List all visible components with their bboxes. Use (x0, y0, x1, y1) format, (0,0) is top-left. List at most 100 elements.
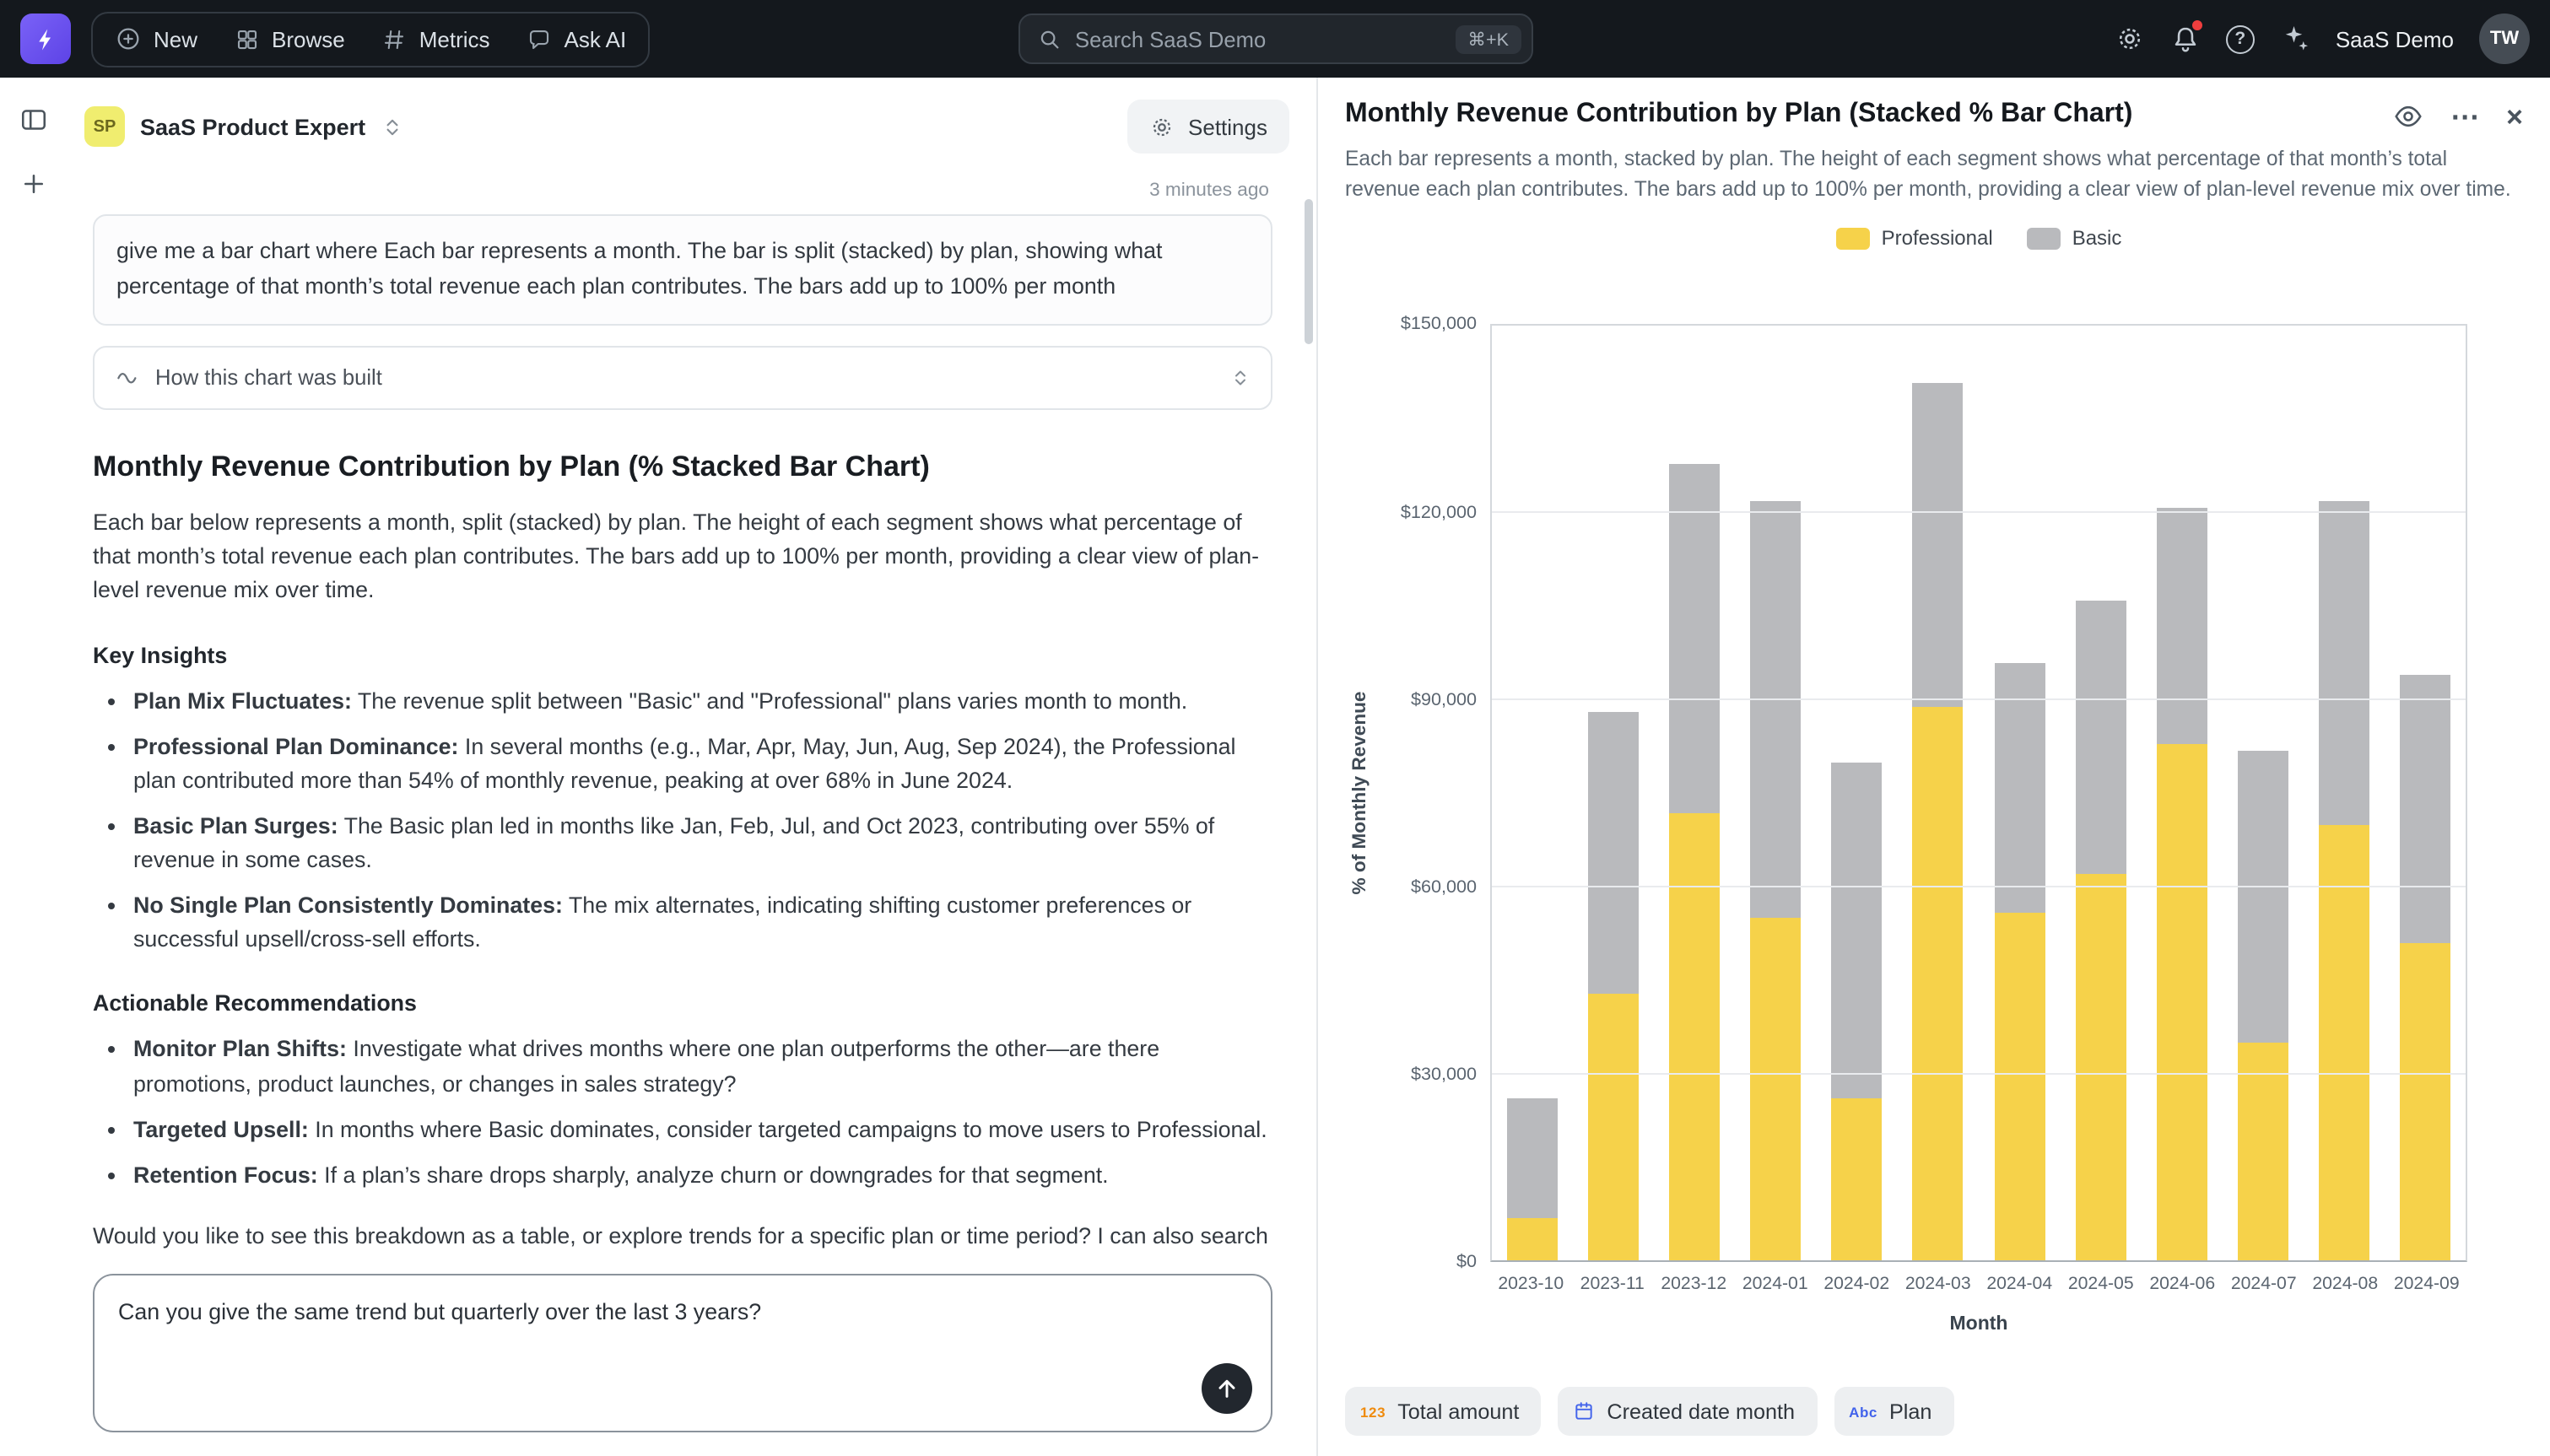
bar-segment-professional[interactable] (1588, 993, 1639, 1261)
chat-header: SP SaaS Product Expert Settings (68, 78, 1316, 167)
send-button[interactable] (1202, 1363, 1252, 1414)
help-button[interactable]: ? (2226, 24, 2255, 53)
calendar-icon (1573, 1400, 1595, 1422)
bar-segment-professional[interactable] (1751, 919, 1802, 1261)
bar-segment-professional[interactable] (1913, 707, 1964, 1261)
bar-segment-basic[interactable] (2319, 501, 2369, 825)
bar-slot (2304, 326, 2385, 1261)
y-tick-label: $30,000 (1411, 1065, 1477, 1086)
list-item: No Single Plan Consistently Dominates: T… (133, 889, 1272, 957)
field-pill-total-amount[interactable]: 123 Total amount (1345, 1387, 1541, 1436)
message-input[interactable]: Can you give the same trend but quarterl… (118, 1297, 1186, 1329)
bar-segment-professional[interactable] (1507, 1217, 1558, 1261)
settings-gear-button[interactable] (2115, 24, 2145, 54)
stacked-bar[interactable] (1507, 326, 1558, 1261)
x-tick-label: 2023-12 (1653, 1275, 1735, 1295)
legend-swatch (1836, 228, 1870, 250)
message-composer[interactable]: Can you give the same trend but quarterl… (93, 1274, 1272, 1432)
stacked-bar[interactable] (2400, 326, 2450, 1261)
bar-segment-basic[interactable] (2237, 750, 2288, 1043)
grid-icon (235, 26, 260, 51)
search-placeholder: Search SaaS Demo (1075, 26, 1442, 51)
bar-segment-professional[interactable] (2156, 744, 2207, 1261)
browse-button[interactable]: Browse (216, 14, 364, 63)
agent-selector[interactable]: SP SaaS Product Expert (71, 100, 416, 154)
settings-button[interactable]: Settings (1127, 100, 1289, 154)
user-message: give me a bar chart where Each bar repre… (93, 214, 1272, 325)
chart-description: Each bar represents a month, stacked by … (1345, 145, 2523, 205)
list-item: Professional Plan Dominance: In several … (133, 731, 1272, 798)
agent-avatar: SP (84, 106, 125, 147)
new-thread-button[interactable] (19, 169, 49, 199)
bar-segment-professional[interactable] (2400, 943, 2450, 1261)
hash-icon (382, 26, 408, 51)
plot-area[interactable] (1490, 325, 2467, 1263)
preview-eye-button[interactable] (2393, 101, 2423, 132)
new-button[interactable]: New (96, 14, 216, 63)
bar-segment-basic[interactable] (1751, 501, 1802, 919)
stacked-bar[interactable] (1751, 326, 1802, 1261)
bar-segment-basic[interactable] (2075, 601, 2126, 875)
toggle-sidebar-button[interactable] (19, 105, 49, 135)
bar-segment-basic[interactable] (1507, 1099, 1558, 1217)
bar-segment-basic[interactable] (2400, 676, 2450, 944)
x-axis-labels: 2023-102023-112023-122024-012024-022024-… (1490, 1275, 2467, 1295)
chart-panel-header: Monthly Revenue Contribution by Plan (St… (1345, 98, 2523, 133)
field-pill-created-date-month[interactable]: Created date month (1558, 1387, 1817, 1436)
stacked-bar[interactable] (1832, 326, 1883, 1261)
bar-segment-basic[interactable] (1588, 713, 1639, 993)
bar-segment-professional[interactable] (1994, 912, 2045, 1261)
x-axis-title: Month (1490, 1315, 2467, 1335)
ask-ai-button[interactable]: Ask AI (509, 14, 646, 63)
bar-segment-basic[interactable] (1669, 463, 1720, 812)
bar-segment-basic[interactable] (2156, 507, 2207, 744)
bar-segment-professional[interactable] (1832, 1099, 1883, 1261)
how-built-toggle[interactable]: How this chart was built (93, 345, 1272, 409)
main-area: SP SaaS Product Expert Settings 3 minute… (0, 78, 2550, 1456)
agent-name: SaaS Product Expert (140, 114, 365, 139)
sparkles-icon (2280, 24, 2310, 54)
stacked-bar[interactable] (2156, 326, 2207, 1261)
stacked-bar[interactable] (2319, 326, 2369, 1261)
bar-segment-professional[interactable] (2319, 825, 2369, 1261)
global-search[interactable]: Search SaaS Demo ⌘+K (1018, 13, 1532, 64)
stacked-bar[interactable] (1588, 326, 1639, 1261)
user-avatar[interactable]: TW (2479, 13, 2530, 64)
more-options-button[interactable]: ⋯ (2450, 102, 2479, 131)
bar-slot (1735, 326, 1816, 1261)
recommendations-heading: Actionable Recommendations (93, 991, 1272, 1017)
chat-scrollbar[interactable] (1305, 199, 1313, 344)
stacked-bar[interactable] (1913, 326, 1964, 1261)
bar-segment-basic[interactable] (1913, 382, 1964, 706)
bar-slot (1654, 326, 1735, 1261)
stacked-bar[interactable] (2075, 326, 2126, 1261)
notification-dot (2191, 19, 2204, 32)
y-axis-title: % of Monthly Revenue (1345, 325, 1375, 1263)
close-panel-button[interactable]: × (2506, 102, 2523, 131)
metrics-button[interactable]: Metrics (364, 14, 509, 63)
legend-item[interactable]: Basic (2027, 227, 2122, 251)
field-pill-plan[interactable]: Abc Plan (1834, 1387, 1953, 1436)
workspace-name[interactable]: SaaS Demo (2336, 26, 2454, 51)
stacked-bar[interactable] (2237, 326, 2288, 1261)
bar-segment-basic[interactable] (1832, 763, 1883, 1099)
gridline (1492, 698, 2466, 700)
bar-segment-professional[interactable] (1669, 812, 1720, 1261)
search-shortcut: ⌘+K (1456, 24, 1521, 53)
bar-segment-basic[interactable] (1994, 663, 2045, 912)
bar-segment-professional[interactable] (2075, 875, 2126, 1261)
legend-item[interactable]: Professional (1836, 227, 1993, 251)
app-logo[interactable] (20, 13, 71, 64)
bar-segment-professional[interactable] (2237, 1043, 2288, 1261)
stacked-bar[interactable] (1994, 326, 2045, 1261)
chat-panel: SP SaaS Product Expert Settings 3 minute… (68, 78, 1316, 1456)
x-tick-label: 2024-09 (2386, 1275, 2468, 1295)
response-closing: Would you like to see this breakdown as … (93, 1220, 1272, 1260)
ai-sparkles-button[interactable] (2280, 24, 2310, 54)
notifications-button[interactable] (2170, 24, 2201, 54)
legend-label: Professional (1882, 227, 1993, 251)
field-pills: 123 Total amount Created date month Abc … (1345, 1387, 1953, 1436)
stacked-bar[interactable] (1669, 326, 1720, 1261)
x-tick-label: 2024-02 (1816, 1275, 1898, 1295)
gridline (1492, 512, 2466, 514)
